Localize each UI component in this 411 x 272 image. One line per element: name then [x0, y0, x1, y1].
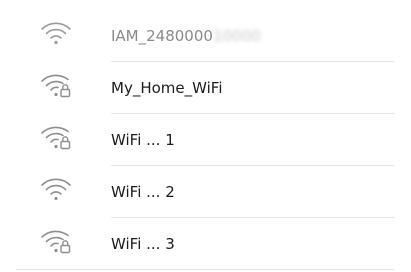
wifi-network-name: My_Home_WiFi [111, 79, 223, 97]
masked-ssid-tail: 10000 [212, 27, 261, 45]
wifi-network-name: WiFi ... 2 [111, 183, 175, 201]
wifi-network-name: WiFi ... 1 [111, 131, 175, 149]
wifi-network-list: IAM_248000010000 My_Home_WiFi WiFi ... 1… [0, 0, 411, 272]
wifi-network-row[interactable]: WiFi ... 3 [0, 218, 411, 270]
row-divider [16, 269, 395, 270]
wifi-signal-icon [38, 19, 74, 49]
wifi-network-row[interactable]: WiFi ... 1 [0, 114, 411, 166]
wifi-secured-icon [38, 123, 74, 153]
wifi-network-name: WiFi ... 3 [111, 235, 175, 253]
wifi-secured-icon [38, 227, 74, 257]
wifi-secured-icon [38, 71, 74, 101]
wifi-network-name: IAM_248000010000 [111, 10, 261, 62]
wifi-signal-icon [38, 175, 74, 205]
wifi-network-row[interactable]: My_Home_WiFi [0, 62, 411, 114]
wifi-network-row[interactable]: WiFi ... 2 [0, 166, 411, 218]
wifi-network-row[interactable]: IAM_248000010000 [0, 10, 411, 62]
